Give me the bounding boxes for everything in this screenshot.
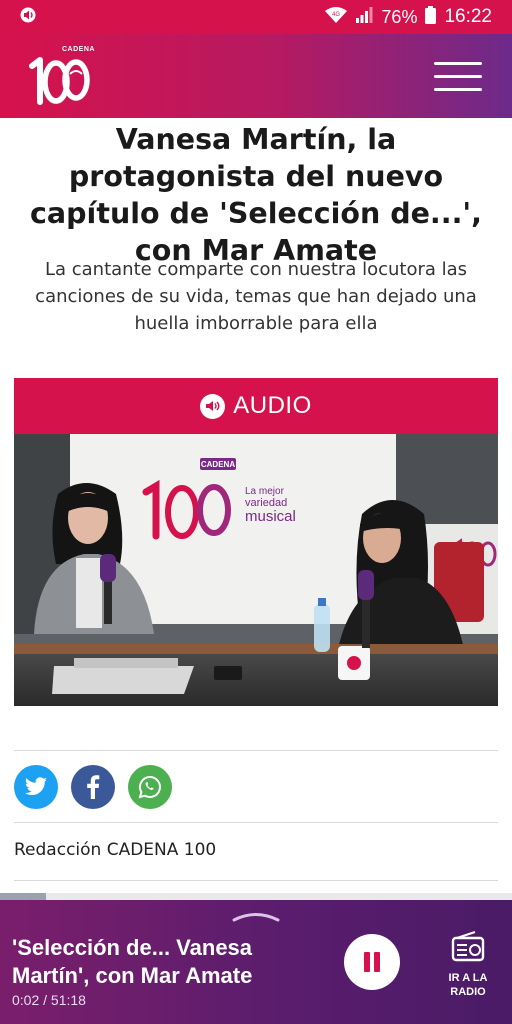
pause-icon (364, 952, 370, 972)
wifi-icon: 4G (325, 6, 348, 28)
svg-text:4G: 4G (332, 12, 340, 18)
radio-label-line2: RADIO (450, 986, 486, 998)
signal-icon (355, 6, 373, 28)
player-progress-fill (0, 893, 47, 900)
article-subheadline: La cantante comparte con nuestra locutor… (35, 259, 477, 334)
cadena100-logo[interactable]: CADENA (26, 44, 95, 108)
player-time: 0:02 / 51:18 (12, 992, 86, 1008)
player-title: 'Selección de... Vanesa Martín', con Mar… (12, 935, 253, 988)
audio-label: AUDIO (233, 392, 312, 419)
battery-icon (425, 5, 437, 29)
signage-line-3: musical (245, 508, 296, 525)
status-bar: 4G 76% 16:22 (0, 0, 512, 34)
divider-top (14, 750, 498, 751)
article-author: Redacción CADENA 100 (14, 840, 217, 860)
audio-play-bar[interactable]: AUDIO (14, 378, 498, 434)
chevron-up-icon[interactable] (232, 910, 280, 928)
logo-badge: CADENA (62, 46, 95, 53)
radio-label-line1: IR A LA (448, 972, 488, 984)
facebook-icon (87, 775, 100, 799)
whatsapp-icon (138, 775, 161, 799)
twitter-share-button[interactable] (14, 765, 58, 809)
pause-button[interactable] (344, 934, 400, 990)
player-progress-bar[interactable] (0, 893, 512, 900)
status-time: 16:22 (444, 6, 492, 27)
whatsapp-share-button[interactable] (128, 765, 172, 809)
go-to-radio-button[interactable]: IR A LA RADIO (438, 930, 498, 999)
twitter-icon (25, 777, 47, 795)
app-header: CADENA (0, 34, 512, 118)
facebook-share-button[interactable] (71, 765, 115, 809)
article-headline: Vanesa Martín, la protagonista del nuevo… (30, 123, 482, 267)
pause-icon-bar (374, 952, 380, 972)
sound-icon (20, 7, 38, 28)
divider-bottom (14, 880, 498, 881)
battery-percent: 76% (381, 6, 418, 27)
signage-line-1: La mejor (245, 486, 285, 497)
article-photo: CADENA La mejor variedad musical (14, 434, 498, 706)
hamburger-menu-icon[interactable] (434, 60, 484, 94)
radio-icon (451, 931, 485, 962)
signage-badge: CADENA (201, 460, 235, 469)
audio-player: 'Selección de... Vanesa Martín', con Mar… (0, 900, 512, 1024)
divider-middle (14, 822, 498, 823)
speaker-icon (200, 393, 226, 419)
app-screen: 4G 76% 16:22 CADENA Vanesa Martín, la pr… (0, 0, 512, 1024)
